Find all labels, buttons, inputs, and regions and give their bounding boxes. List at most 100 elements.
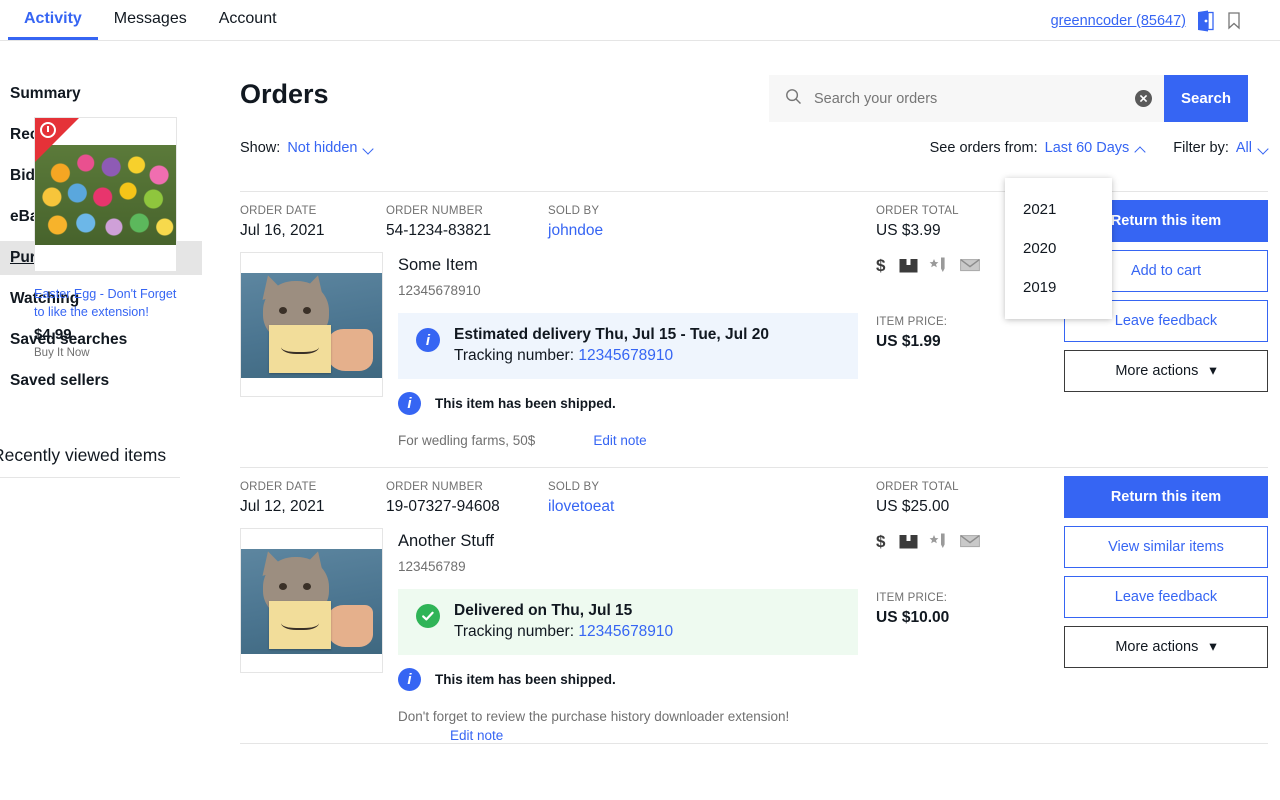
shipped-status-text: This item has been shipped. bbox=[435, 396, 616, 411]
order-card: ORDER DATE Jul 12, 2021 ORDER NUMBER 19-… bbox=[240, 467, 1268, 743]
top-navigation-bar: Activity Messages Account greenncoder (8… bbox=[0, 0, 1280, 41]
sidebar-item-saved-sellers[interactable]: Saved sellers bbox=[0, 364, 202, 398]
recently-viewed-item-format: Buy It Now bbox=[34, 347, 177, 359]
info-icon-shipped: i bbox=[398, 392, 421, 415]
recently-viewed-item-card[interactable]: Easter Egg - Don't Forget to like the ex… bbox=[34, 117, 177, 359]
order-status-icons: $ bbox=[876, 532, 1036, 555]
item-price-header: ITEM PRICE: bbox=[876, 592, 1036, 604]
order-total-header: ORDER TOTAL bbox=[876, 481, 1036, 493]
signout-door-icon[interactable] bbox=[1195, 10, 1215, 32]
edit-note-link[interactable]: Edit note bbox=[450, 728, 503, 743]
order-number-column: ORDER NUMBER 54-1234-83821 bbox=[386, 205, 548, 240]
orders-from-dropdown-menu[interactable]: 2021 2020 2019 bbox=[1005, 178, 1112, 319]
order-note-text: For wedling farms, 50$ bbox=[398, 433, 535, 448]
chevron-up-icon[interactable] bbox=[1136, 144, 1145, 153]
order-item-info: Some Item 12345678910 i Estimated delive… bbox=[398, 252, 878, 448]
orders-from-value[interactable]: Last 60 Days bbox=[1045, 140, 1130, 156]
right-filters: See orders from: Last 60 Days Filter by:… bbox=[930, 140, 1268, 156]
order-date-column: ORDER DATE Jul 12, 2021 bbox=[240, 481, 386, 516]
order-body: Some Item 12345678910 i Estimated delive… bbox=[240, 252, 1268, 448]
tab-activity[interactable]: Activity bbox=[8, 0, 98, 40]
order-total-value: US $25.00 bbox=[876, 498, 1036, 516]
recently-viewed-item-title[interactable]: Easter Egg - Don't Forget to like the ex… bbox=[34, 285, 177, 321]
item-price-value: US $10.00 bbox=[876, 609, 1036, 627]
user-account-link[interactable]: greenncoder (85647) bbox=[1051, 13, 1186, 29]
filter-by-value[interactable]: All bbox=[1236, 140, 1252, 156]
year-option-2021[interactable]: 2021 bbox=[1005, 190, 1112, 229]
svg-text:$: $ bbox=[876, 532, 886, 550]
shipped-status-row: i This item has been shipped. bbox=[398, 392, 878, 415]
order-actions: Return this item View similar items Leav… bbox=[1064, 476, 1268, 676]
cat-eye-right bbox=[303, 307, 311, 314]
tracking-number-link[interactable]: 12345678910 bbox=[578, 347, 673, 364]
item-price-value: US $1.99 bbox=[876, 333, 1036, 351]
sticky-note bbox=[269, 325, 331, 373]
year-option-2019[interactable]: 2019 bbox=[1005, 268, 1112, 307]
tab-account[interactable]: Account bbox=[203, 0, 293, 40]
orders-from-label: See orders from: bbox=[930, 140, 1038, 156]
delivery-status-banner: Delivered on Thu, Jul 15 Tracking number… bbox=[398, 589, 858, 655]
item-title[interactable]: Another Stuff bbox=[398, 532, 878, 551]
item-thumbnail[interactable] bbox=[240, 252, 383, 397]
view-similar-items-button[interactable]: View similar items bbox=[1064, 526, 1268, 568]
order-card: ORDER DATE Jul 16, 2021 ORDER NUMBER 54-… bbox=[240, 191, 1268, 467]
more-actions-button[interactable]: More actions ▾ bbox=[1064, 350, 1268, 392]
search-button[interactable]: Search bbox=[1164, 75, 1248, 122]
smile-drawing bbox=[281, 613, 319, 630]
order-date-column: ORDER DATE Jul 16, 2021 bbox=[240, 205, 386, 240]
tracking-number-link[interactable]: 12345678910 bbox=[578, 623, 673, 640]
cat-eye-left bbox=[279, 307, 287, 314]
tab-messages[interactable]: Messages bbox=[98, 0, 203, 40]
info-icon: i bbox=[416, 328, 440, 352]
order-date-header: ORDER DATE bbox=[240, 481, 386, 493]
order-item-info: Another Stuff 123456789 Delivered on Thu… bbox=[398, 528, 878, 743]
top-right-controls: greenncoder (85647) bbox=[1051, 10, 1244, 32]
more-actions-button[interactable]: More actions ▾ bbox=[1064, 626, 1268, 668]
filters-bar: Show: Not hidden See orders from: Last 6… bbox=[240, 137, 1280, 165]
edit-note-link[interactable]: Edit note bbox=[593, 433, 646, 448]
order-date-header: ORDER DATE bbox=[240, 205, 386, 217]
order-note-row: For wedling farms, 50$ Edit note bbox=[398, 433, 878, 448]
item-thumbnail[interactable] bbox=[240, 528, 383, 673]
order-list-divider bbox=[240, 743, 1268, 744]
top-tabs: Activity Messages Account bbox=[8, 0, 293, 40]
shipped-box-icon bbox=[899, 257, 918, 278]
sidebar-item-summary[interactable]: Summary bbox=[0, 77, 202, 111]
clear-search-icon[interactable] bbox=[1135, 90, 1152, 107]
year-option-2020[interactable]: 2020 bbox=[1005, 229, 1112, 268]
sold-by-header: SOLD BY bbox=[548, 481, 878, 493]
shipped-status-row: i This item has been shipped. bbox=[398, 668, 878, 691]
cat-eye-left bbox=[279, 583, 287, 590]
kitten-photo bbox=[241, 549, 382, 654]
order-number-header: ORDER NUMBER bbox=[386, 205, 548, 217]
item-price-block: ITEM PRICE: US $10.00 bbox=[876, 592, 1036, 627]
paid-dollar-icon: $ bbox=[876, 256, 888, 279]
cat-eye-right bbox=[303, 583, 311, 590]
feedback-star-pencil-icon bbox=[929, 256, 949, 279]
recently-viewed-item-price: $4.99 bbox=[34, 326, 177, 343]
seller-link[interactable]: ilovetoeat bbox=[548, 498, 878, 516]
sold-by-column: SOLD BY johndoe bbox=[548, 205, 878, 240]
chevron-down-icon-filter[interactable] bbox=[1259, 144, 1268, 153]
seller-link[interactable]: johndoe bbox=[548, 222, 878, 240]
tracking-label: Tracking number: bbox=[454, 623, 574, 640]
return-this-item-button[interactable]: Return this item bbox=[1064, 476, 1268, 518]
search-box[interactable] bbox=[769, 75, 1164, 122]
search-input[interactable] bbox=[814, 91, 1123, 107]
sold-by-column: SOLD BY ilovetoeat bbox=[548, 481, 878, 516]
shipped-status-text: This item has been shipped. bbox=[435, 672, 616, 687]
easter-egg-thumbnail[interactable] bbox=[34, 117, 177, 272]
recently-viewed-heading: Recently viewed items bbox=[0, 445, 202, 466]
shipped-box-icon bbox=[899, 533, 918, 554]
item-price-block: ITEM PRICE: US $1.99 bbox=[876, 316, 1036, 351]
leave-feedback-button[interactable]: Leave feedback bbox=[1064, 576, 1268, 618]
chevron-down-icon[interactable] bbox=[364, 144, 373, 153]
item-title[interactable]: Some Item bbox=[398, 256, 878, 275]
estimated-delivery-text: Estimated delivery Thu, Jul 15 - Tue, Ju… bbox=[454, 326, 769, 344]
order-body: Another Stuff 123456789 Delivered on Thu… bbox=[240, 528, 1268, 743]
order-number-value: 19-07327-94608 bbox=[386, 498, 548, 516]
smile-drawing bbox=[281, 337, 319, 354]
svg-text:$: $ bbox=[876, 256, 886, 274]
bookmark-icon[interactable] bbox=[1224, 10, 1244, 32]
show-filter-value[interactable]: Not hidden bbox=[287, 140, 357, 156]
